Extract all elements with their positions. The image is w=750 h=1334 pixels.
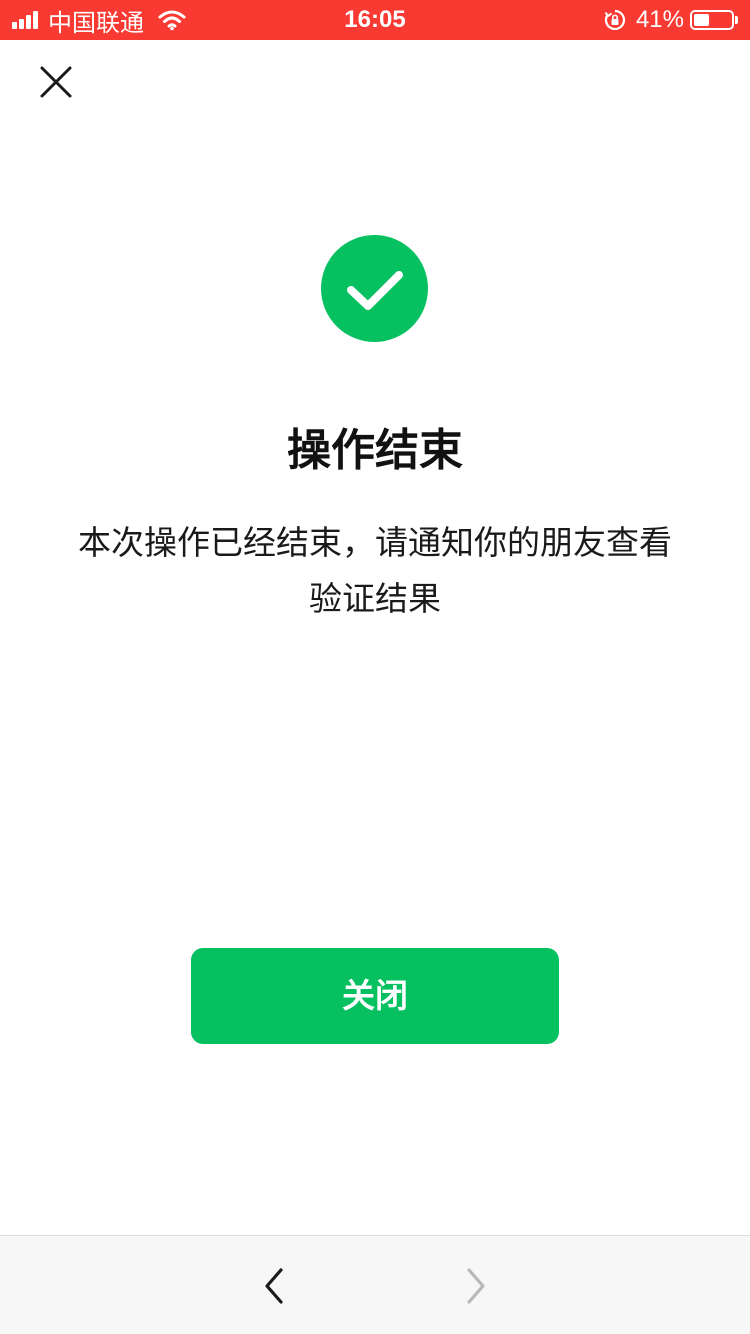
close-icon[interactable] [34,60,78,104]
battery-level [694,14,709,26]
result-description: 本次操作已经结束，请通知你的朋友查看验证结果 [78,523,672,618]
bottom-toolbar [0,1235,750,1334]
rotation-lock-icon [604,9,626,31]
chevron-left-icon[interactable] [256,1264,292,1308]
battery-percent: 41% [635,6,684,33]
battery-tip [735,16,738,24]
battery-icon [690,10,734,30]
status-right: 41% [604,0,738,40]
chevron-right-icon[interactable] [458,1264,494,1308]
status-bar: 中国联通 16:05 41% [0,0,750,40]
success-check-icon [321,235,428,342]
close-button[interactable]: 关闭 [191,948,559,1044]
result-title: 操作结束 [287,425,463,476]
